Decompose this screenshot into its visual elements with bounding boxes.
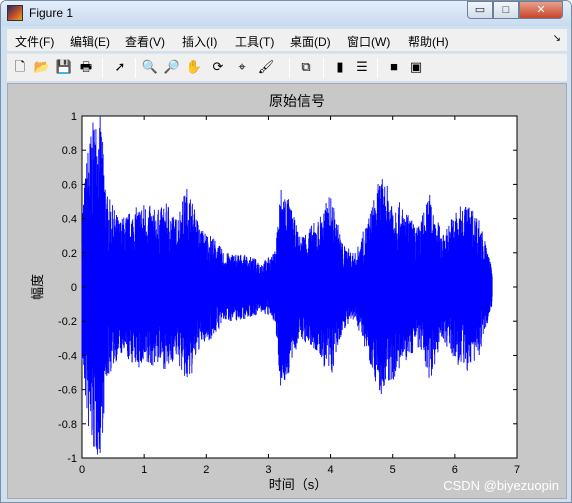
toolbar-separator [377,58,378,78]
x-tick-label: 3 [265,464,271,476]
pan-icon[interactable]: ✋ [185,58,203,76]
y-tick-label: 0.6 [62,179,77,191]
legend-icon[interactable]: ☰ [353,58,371,76]
menu-desktop[interactable]: 桌面(D) [290,33,331,50]
brush-icon[interactable]: 🖌 [257,58,275,76]
rotate-3d-icon[interactable]: ⟳ [209,58,227,76]
close-button[interactable]: ✕ [519,1,563,19]
menu-tools[interactable]: 工具(T) [235,33,274,50]
watermark: CSDN @biyezuopin [443,478,559,493]
maximize-button[interactable]: □ [493,1,519,19]
minimize-button[interactable]: ▭ [467,1,493,19]
y-tick-label: -0.8 [58,419,77,431]
x-tick-label: 7 [514,464,520,476]
y-tick-label: -0.2 [58,316,77,328]
print-icon[interactable]: 🖶 [77,58,95,76]
y-tick-label: 0 [71,282,77,294]
menu-insert[interactable]: 插入(I) [182,33,217,50]
y-tick-label: 0.8 [62,145,77,157]
chart-title: 原始信号 [269,93,325,109]
toolbar: 🗋 📂 💾 🖶 ➚ 🔍 🔎 ✋ ⟳ ⌖ 🖌 ⧉ ▮ ☰ ■ ▣ [7,53,567,81]
x-tick-label: 6 [452,464,458,476]
window-title: Figure 1 [29,6,74,20]
y-tick-label: 0.4 [62,214,77,226]
x-tick-label: 0 [79,464,85,476]
y-tick-label: 1 [71,111,77,123]
save-icon[interactable]: 💾 [55,58,73,76]
matlab-icon [7,5,23,21]
y-tick-label: -0.6 [58,385,77,397]
figure-canvas: 原始信号 0 1 2 3 4 5 6 7 1 0.8 0.6 0.4 0.2 0 -0.2 -0.4 -0.6… [7,83,567,499]
zoom-out-icon[interactable]: 🔎 [163,58,181,76]
signal-plot: 原始信号 0 1 2 3 4 5 6 7 1 0.8 0.6 0.4 0.2 0 -0.2 -0.4 -0.6… [30,93,559,493]
x-tick-label: 1 [141,464,147,476]
toolbar-separator [135,58,136,78]
figure-window: Figure 1 ▭ □ ✕ 文件(F) 编辑(E) 查看(V) 插入(I) 工… [0,0,572,503]
menu-overflow-icon[interactable]: ↘ [553,33,561,44]
toolbar-separator [323,58,324,78]
x-tick-label: 2 [203,464,209,476]
toolbar-separator [102,58,103,78]
menu-view[interactable]: 查看(V) [125,33,165,50]
menu-bar: 文件(F) 编辑(E) 查看(V) 插入(I) 工具(T) 桌面(D) 窗口(W… [7,29,567,51]
data-cursor-icon[interactable]: ⌖ [233,58,251,76]
y-tick-label: 0.2 [62,248,77,260]
edit-plot-icon[interactable]: ➚ [111,58,129,76]
new-figure-icon[interactable]: 🗋 [11,58,29,76]
y-axis-label: 幅度 [30,274,45,300]
menu-edit[interactable]: 编辑(E) [70,33,110,50]
open-file-icon[interactable]: 📂 [33,58,51,76]
menu-window[interactable]: 窗口(W) [347,33,390,50]
x-tick-label: 4 [328,464,334,476]
hide-plot-tools-icon[interactable]: ■ [385,58,403,76]
link-plot-icon[interactable]: ⧉ [297,58,315,76]
show-plot-tools-icon[interactable]: ▣ [407,58,425,76]
menu-help[interactable]: 帮助(H) [408,33,449,50]
zoom-in-icon[interactable]: 🔍 [141,58,159,76]
x-tick-label: 5 [390,464,396,476]
toolbar-separator [289,58,290,78]
y-tick-label: -1 [67,453,77,465]
colorbar-icon[interactable]: ▮ [331,58,349,76]
menu-file[interactable]: 文件(F) [15,33,54,50]
x-axis-label: 时间（s） [269,477,328,492]
title-bar[interactable]: Figure 1 ▭ □ ✕ [1,1,571,26]
y-tick-label: -0.4 [58,350,77,362]
